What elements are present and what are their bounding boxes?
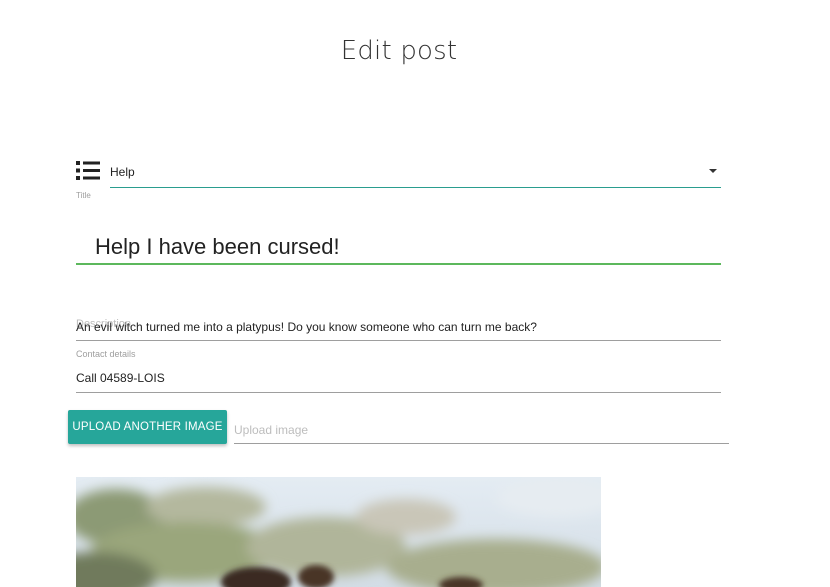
contact-details-label: Contact details: [76, 349, 136, 359]
platypus-photo: [76, 477, 601, 587]
upload-image-path-input[interactable]: [234, 416, 729, 444]
title-input[interactable]: [76, 230, 721, 265]
category-selected-value: Help: [110, 165, 135, 179]
description-input[interactable]: [76, 314, 721, 341]
title-caption: Title: [76, 191, 91, 200]
list-icon: [76, 161, 100, 180]
upload-another-image-button[interactable]: UPLOAD ANOTHER IMAGE: [68, 410, 227, 444]
category-select[interactable]: Help: [110, 158, 721, 188]
page-title: Edit post: [340, 36, 458, 66]
contact-details-input[interactable]: [76, 364, 721, 393]
image-preview: [76, 477, 601, 587]
dropdown-arrow-icon: [709, 169, 717, 173]
